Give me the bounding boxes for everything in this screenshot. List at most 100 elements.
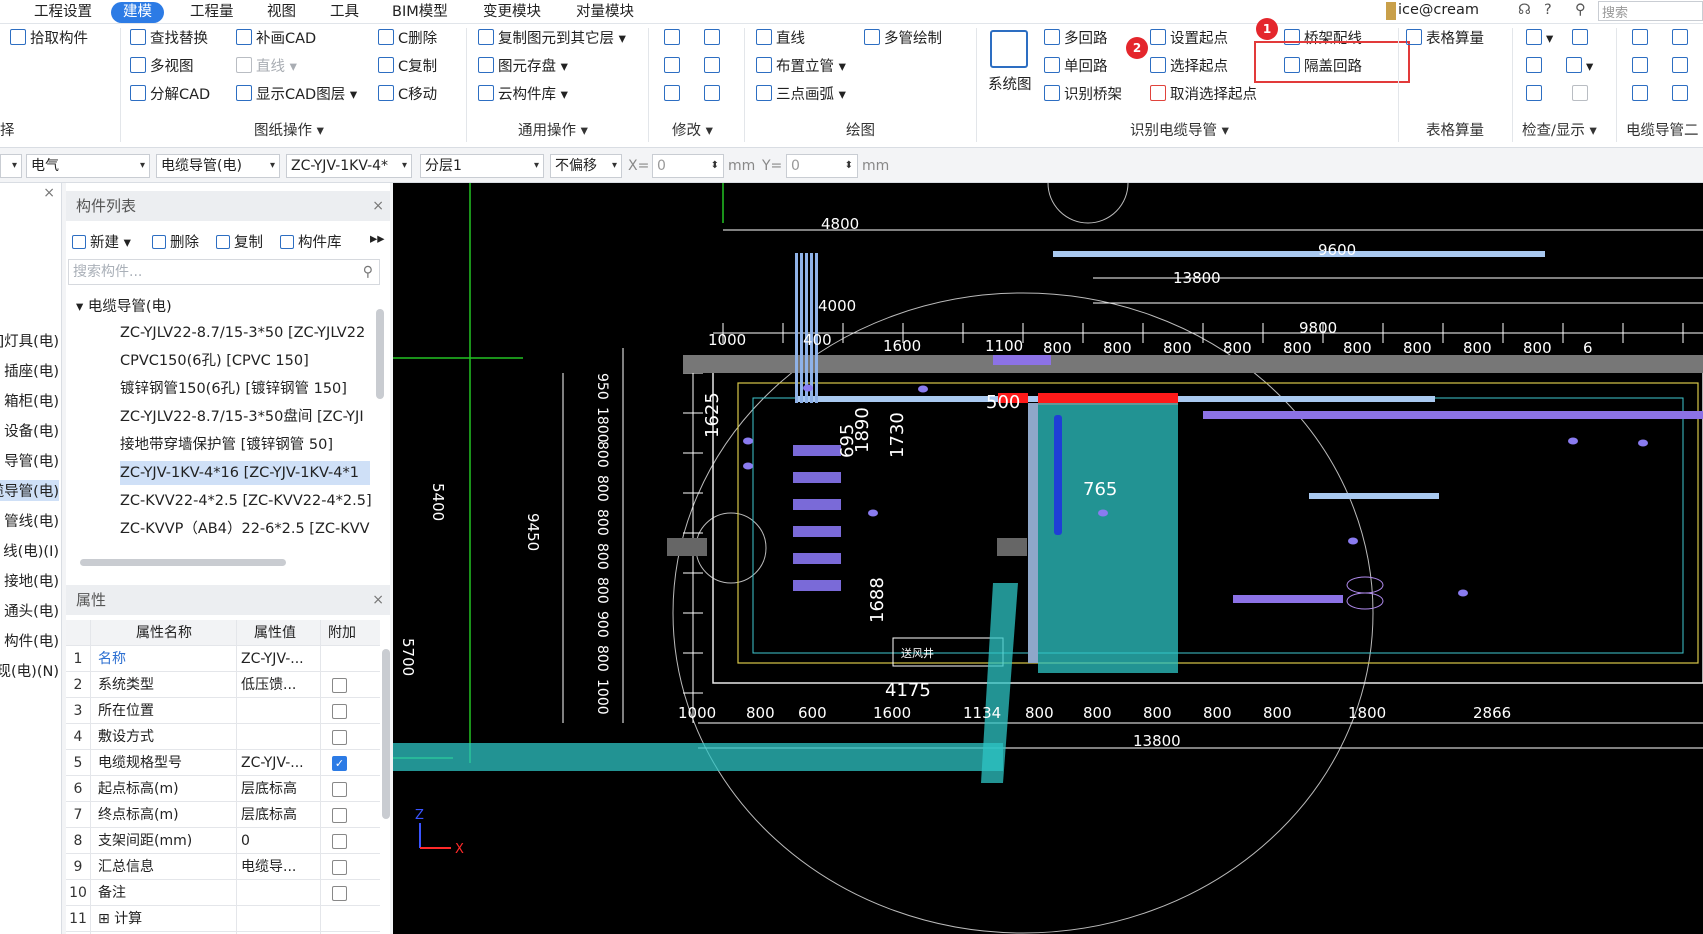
property-row[interactable]: 9 汇总信息 电缆导... bbox=[66, 854, 380, 880]
headset-icon[interactable]: ☊ bbox=[1518, 2, 1531, 18]
cable-tool-5-icon[interactable] bbox=[1632, 84, 1652, 106]
list-item[interactable]: ZC-YJLV22-8.7/15-3*50盘间 [ZC-YJI bbox=[120, 405, 382, 429]
show-cad-layer-button[interactable]: 显示CAD图层 ▾ bbox=[236, 84, 357, 106]
tree-item[interactable]: 导管(电) bbox=[4, 450, 59, 471]
property-row[interactable]: 5 电缆规格型号 ZC-YJV-... ✓ bbox=[66, 750, 380, 776]
menu-bim-model[interactable]: BIM模型 bbox=[392, 2, 448, 23]
extra-checkbox[interactable]: ✓ bbox=[332, 756, 347, 771]
menu-project-settings[interactable]: 工程设置 bbox=[34, 2, 92, 23]
tree-item[interactable]: 插座(电) bbox=[4, 360, 59, 381]
user-avatar[interactable] bbox=[1386, 2, 1396, 20]
property-row[interactable]: 4 敷设方式 bbox=[66, 724, 380, 750]
list-item[interactable]: 接地带穿墙保护管 [镀锌钢管 50] bbox=[120, 433, 382, 457]
rotate-icon[interactable] bbox=[704, 84, 724, 106]
measure-icon[interactable] bbox=[1526, 56, 1546, 78]
menu-quantity[interactable]: 工程量 bbox=[190, 2, 234, 23]
floor-select[interactable]: ▾ bbox=[0, 154, 22, 178]
tree-item[interactable]: 箱柜(电) bbox=[4, 390, 59, 411]
copy-to-floor-button[interactable]: 复制图元到其它层 ▾ bbox=[478, 28, 626, 50]
layers-icon[interactable]: ▾ bbox=[1566, 56, 1593, 78]
user-name[interactable]: ice@cream bbox=[1398, 2, 1479, 18]
list-item[interactable]: ZC-YJLV22-8.7/15-3*50 [ZC-YJLV22 bbox=[120, 321, 382, 345]
list-item[interactable]: CPVC150(6孔) [CPVC 150] bbox=[120, 349, 382, 373]
pick-component-button[interactable]: 拾取构件 bbox=[10, 28, 88, 50]
extra-checkbox[interactable] bbox=[332, 782, 347, 797]
cloud-library-button[interactable]: 云构件库 ▾ bbox=[478, 84, 568, 106]
display-icon[interactable] bbox=[1572, 84, 1592, 106]
new-component-button[interactable]: 新建 ▾ bbox=[72, 231, 131, 252]
supplement-cad-button[interactable]: 补画CAD bbox=[236, 28, 316, 50]
explode-cad-button[interactable]: 分解CAD bbox=[130, 84, 210, 106]
tree-item[interactable]: 通头(电) bbox=[4, 600, 59, 621]
property-row[interactable]: 7 终点标高(m) 层底标高 bbox=[66, 802, 380, 828]
property-row[interactable]: 1 名称 ZC-YJV-... bbox=[66, 646, 380, 672]
copy-icon[interactable] bbox=[664, 28, 684, 50]
copy-component-button[interactable]: 复制 bbox=[216, 231, 263, 252]
cable-tool-2-icon[interactable] bbox=[1672, 28, 1692, 50]
cad-drawing[interactable]: 4800 9600 13800 4000 9800 1000 400 1600 1100 800 8… bbox=[393, 183, 1703, 934]
check-icon[interactable] bbox=[1572, 28, 1592, 50]
property-row[interactable]: 6 起点标高(m) 层底标高 bbox=[66, 776, 380, 802]
x-input[interactable]: 0 ⬍ bbox=[652, 154, 724, 178]
mirror-icon[interactable] bbox=[704, 56, 724, 78]
tree-item[interactable]: 设备(电) bbox=[4, 420, 59, 441]
c-copy-button[interactable]: C复制 bbox=[378, 56, 437, 78]
cable-tool-4-icon[interactable] bbox=[1672, 56, 1692, 78]
delete-icon[interactable] bbox=[664, 84, 684, 106]
tree-item[interactable]: 线(电)(I) bbox=[3, 540, 59, 561]
system-diagram-button[interactable]: 系统图 bbox=[988, 74, 1032, 96]
save-element-button[interactable]: 图元存盘 ▾ bbox=[478, 56, 568, 78]
cable-tool-1-icon[interactable] bbox=[1632, 28, 1652, 50]
property-row[interactable]: 11 ⊞ 计算 bbox=[66, 906, 380, 932]
multi-loop-button[interactable]: 多回路 bbox=[1044, 28, 1108, 50]
property-value[interactable]: 层底标高 bbox=[241, 776, 321, 802]
tree-item[interactable]: 现(电)(N) bbox=[0, 660, 59, 681]
property-value[interactable]: 电缆导... bbox=[241, 854, 321, 880]
list-item-selected[interactable]: ZC-YJV-1KV-4*16 [ZC-YJV-1KV-4*1 bbox=[120, 461, 370, 485]
set-start-point-button[interactable]: 设置起点 bbox=[1150, 28, 1228, 50]
offset-icon[interactable] bbox=[704, 28, 724, 50]
c-move-button[interactable]: C移动 bbox=[378, 84, 437, 106]
tree-item[interactable]: ]灯具(电) bbox=[0, 330, 59, 351]
help-icon[interactable]: ? bbox=[1544, 2, 1552, 18]
more-icon[interactable]: ▸▸ bbox=[370, 231, 385, 247]
close-icon[interactable]: × bbox=[43, 185, 55, 201]
system-diagram-icon[interactable] bbox=[990, 30, 1028, 68]
property-row[interactable]: 3 所在位置 bbox=[66, 698, 380, 724]
horizontal-scrollbar[interactable] bbox=[80, 559, 286, 566]
property-row[interactable]: 8 支架间距(mm) 0 bbox=[66, 828, 380, 854]
draw-line-button[interactable]: 直线 bbox=[756, 28, 805, 50]
list-item[interactable]: ZC-KVV22-4*2.5 [ZC-KVV22-4*2.5] bbox=[120, 489, 382, 513]
cancel-start-point-button[interactable]: 取消选择起点 bbox=[1150, 84, 1257, 106]
three-point-arc-button[interactable]: 三点画弧 ▾ bbox=[756, 84, 846, 106]
place-riser-button[interactable]: 布置立管 ▾ bbox=[756, 56, 846, 78]
component-search-input[interactable]: 搜索构件... ⚲ bbox=[68, 259, 380, 285]
table-calc-button[interactable]: 表格算量 bbox=[1406, 28, 1484, 50]
extra-checkbox[interactable] bbox=[332, 860, 347, 875]
cable-tool-3-icon[interactable] bbox=[1632, 56, 1652, 78]
menu-modeling[interactable]: 建模 bbox=[111, 2, 164, 23]
cad-canvas[interactable]: 4800 9600 13800 4000 9800 1000 400 1600 1100 800 8… bbox=[393, 183, 1703, 934]
extra-checkbox[interactable] bbox=[332, 834, 347, 849]
vertical-scrollbar[interactable] bbox=[376, 309, 384, 399]
move-icon[interactable] bbox=[664, 56, 684, 78]
inspect-icon[interactable] bbox=[1526, 84, 1546, 106]
properties-scrollbar[interactable] bbox=[382, 649, 390, 819]
select-start-point-button[interactable]: 选择起点 bbox=[1150, 56, 1228, 78]
menu-view[interactable]: 视图 bbox=[267, 2, 296, 23]
property-value[interactable]: 低压馈... bbox=[241, 672, 321, 698]
tree-item[interactable]: 构件(电) bbox=[4, 630, 59, 651]
tree-root[interactable]: ▾ 电缆导管(电) bbox=[76, 295, 172, 316]
discipline-select[interactable]: 电气 ▾ bbox=[26, 154, 150, 178]
extra-checkbox[interactable] bbox=[332, 730, 347, 745]
menu-quantity-compare[interactable]: 对量模块 bbox=[576, 2, 634, 23]
extra-checkbox[interactable] bbox=[332, 886, 347, 901]
y-input[interactable]: 0 ⬍ bbox=[786, 154, 858, 178]
property-value[interactable]: 0 bbox=[241, 828, 321, 854]
line-cad-button[interactable]: 直线 ▾ bbox=[236, 56, 297, 78]
recognize-tray-button[interactable]: 识别桥架 bbox=[1044, 84, 1122, 106]
tree-item[interactable]: 管线(电) bbox=[4, 510, 59, 531]
property-value[interactable]: ZC-YJV-... bbox=[241, 750, 321, 776]
bell-icon[interactable]: ⚲ bbox=[1575, 2, 1586, 18]
extra-checkbox[interactable] bbox=[332, 678, 347, 693]
